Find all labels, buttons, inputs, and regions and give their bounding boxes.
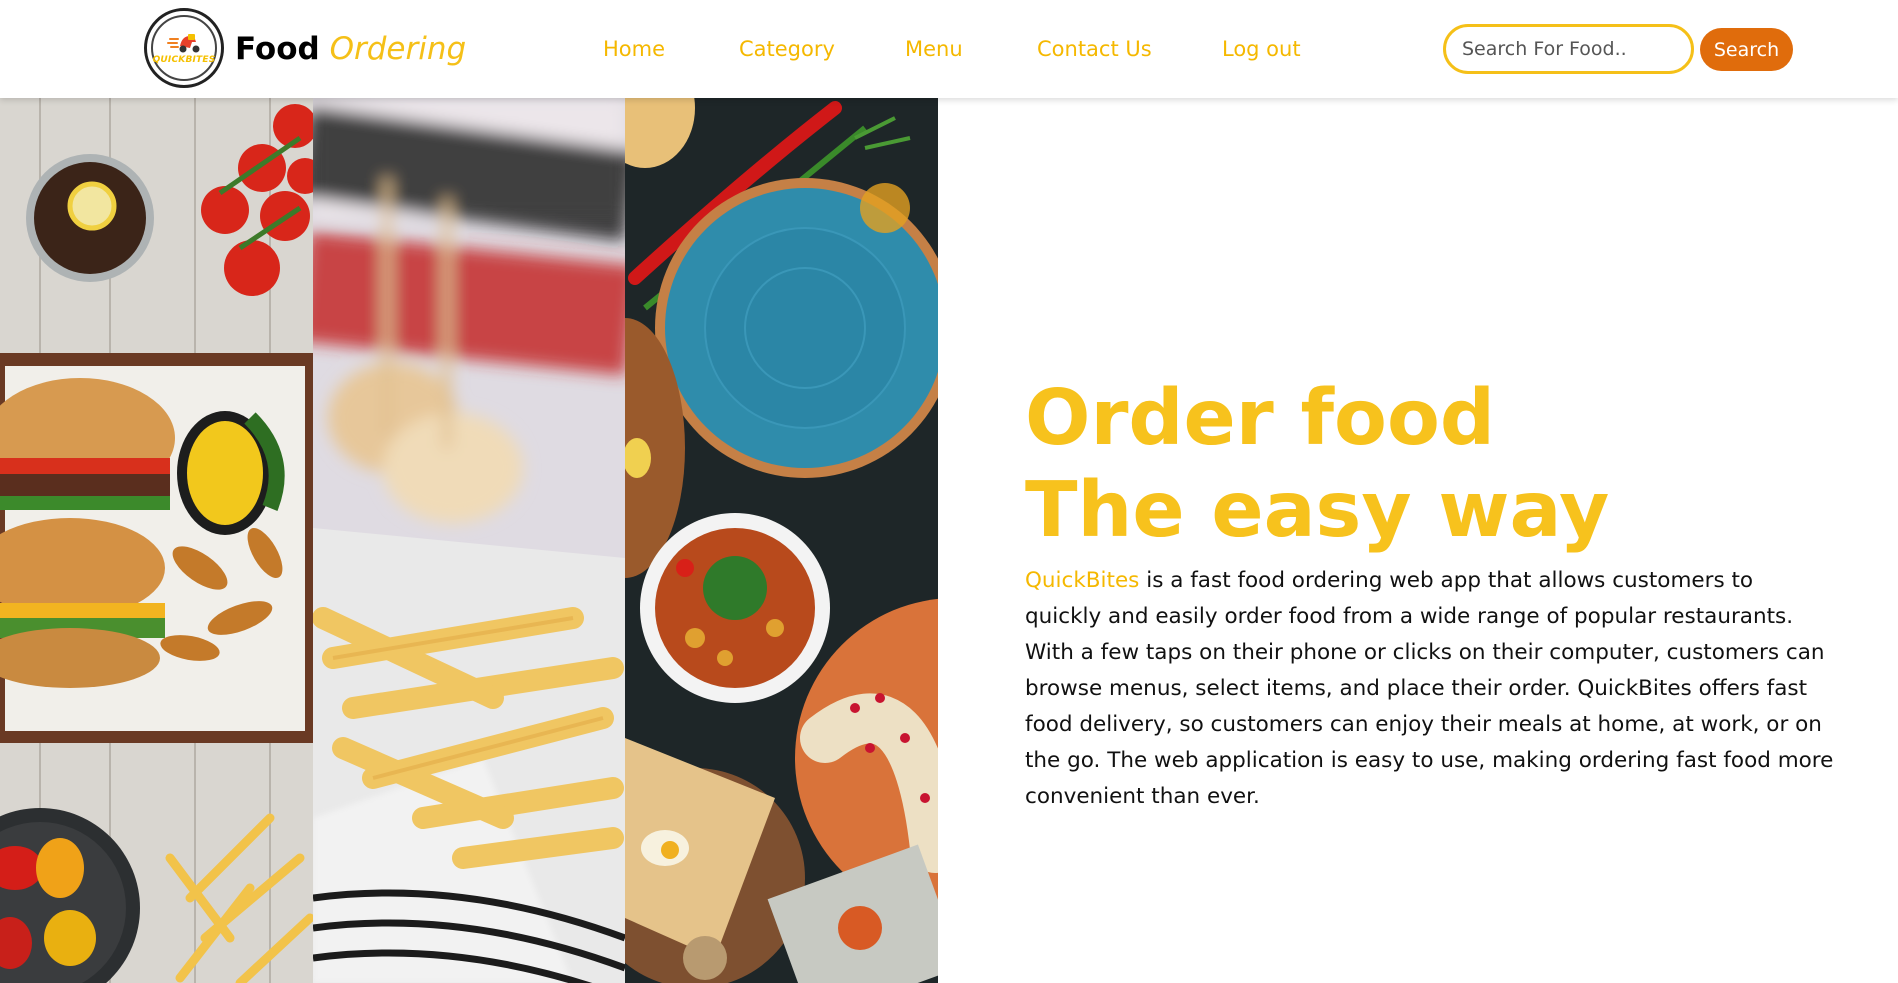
brand-title[interactable]: Food Ordering (235, 29, 466, 69)
logo-badge: QUICKBITES (151, 15, 217, 81)
brand-primary: Food (235, 31, 320, 67)
hero-description-text: is a fast food ordering web app that all… (1025, 568, 1834, 809)
search-button[interactable]: Search (1700, 28, 1793, 71)
search-input[interactable] (1443, 24, 1694, 74)
hero-title-line2: The easy way (1025, 466, 1610, 555)
hero-description: QuickBites is a fast food ordering web a… (1025, 563, 1835, 815)
nav-log-out[interactable]: Log out (1222, 37, 1301, 61)
nav-menu[interactable]: Menu (905, 37, 963, 61)
navbar: QUICKBITES Food Ordering Home Category M… (0, 0, 1898, 98)
mediterranean-table-photo (625, 98, 938, 983)
nav-home[interactable]: Home (603, 37, 665, 61)
burger-platter-photo (0, 98, 313, 983)
logo-text: QUICKBITES (152, 54, 216, 65)
fries-basket-photo (313, 98, 625, 983)
hero-title: Order food The easy way (1025, 373, 1609, 557)
hero-title-line1: Order food (1025, 374, 1495, 463)
food-gallery (0, 98, 938, 983)
logo[interactable]: QUICKBITES (144, 8, 224, 88)
brand-secondary: Ordering (329, 31, 467, 67)
brand-name: QuickBites (1025, 568, 1140, 593)
nav-contact-us[interactable]: Contact Us (1037, 37, 1152, 61)
delivery-scooter-icon (167, 33, 200, 52)
nav-category[interactable]: Category (739, 37, 835, 61)
